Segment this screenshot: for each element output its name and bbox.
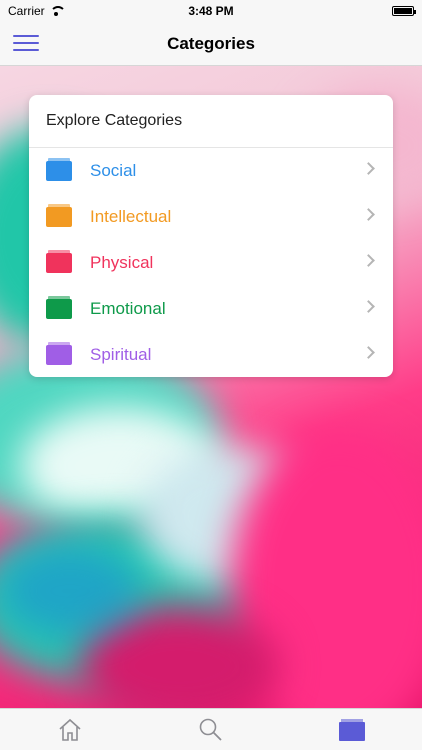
home-icon [59, 718, 81, 741]
chevron-right-icon [362, 300, 375, 313]
tab-search[interactable] [181, 709, 241, 750]
folder-icon [46, 250, 72, 273]
category-row-physical[interactable]: Physical [29, 240, 393, 286]
chevron-right-icon [362, 208, 375, 221]
status-time: 3:48 PM [188, 4, 234, 18]
folder-icon [46, 342, 72, 365]
category-row-spiritual[interactable]: Spiritual [29, 332, 393, 378]
folder-icon [338, 718, 365, 741]
category-label: Spiritual [90, 345, 152, 364]
navigation-bar: Categories [0, 22, 422, 66]
chevron-right-icon [362, 346, 375, 359]
folder-icon [46, 296, 72, 319]
chevron-right-icon [362, 254, 375, 267]
status-bar: Carrier 3:48 PM [0, 0, 422, 22]
category-row-emotional[interactable]: Emotional [29, 286, 393, 332]
page-title: Categories [167, 33, 255, 53]
category-label: Intellectual [90, 207, 172, 226]
battery-icon [392, 6, 416, 16]
tab-bar [0, 708, 422, 750]
category-label: Emotional [90, 299, 166, 318]
wifi-icon [49, 6, 66, 16]
chevron-right-icon [362, 162, 375, 175]
category-row-social[interactable]: Social [29, 148, 393, 194]
folder-icon [46, 158, 72, 181]
hamburger-menu-icon[interactable] [13, 35, 39, 53]
categories-card: Explore Categories Social Intellectual P… [29, 95, 393, 377]
tab-home[interactable] [40, 709, 100, 750]
category-label: Social [90, 161, 137, 180]
folder-icon [46, 204, 72, 227]
status-left: Carrier [8, 4, 66, 18]
category-row-intellectual[interactable]: Intellectual [29, 194, 393, 240]
tab-categories[interactable] [322, 709, 382, 750]
carrier-label: Carrier [8, 4, 45, 18]
category-label: Physical [90, 253, 154, 272]
search-icon [199, 718, 222, 741]
card-header: Explore Categories [29, 95, 393, 148]
